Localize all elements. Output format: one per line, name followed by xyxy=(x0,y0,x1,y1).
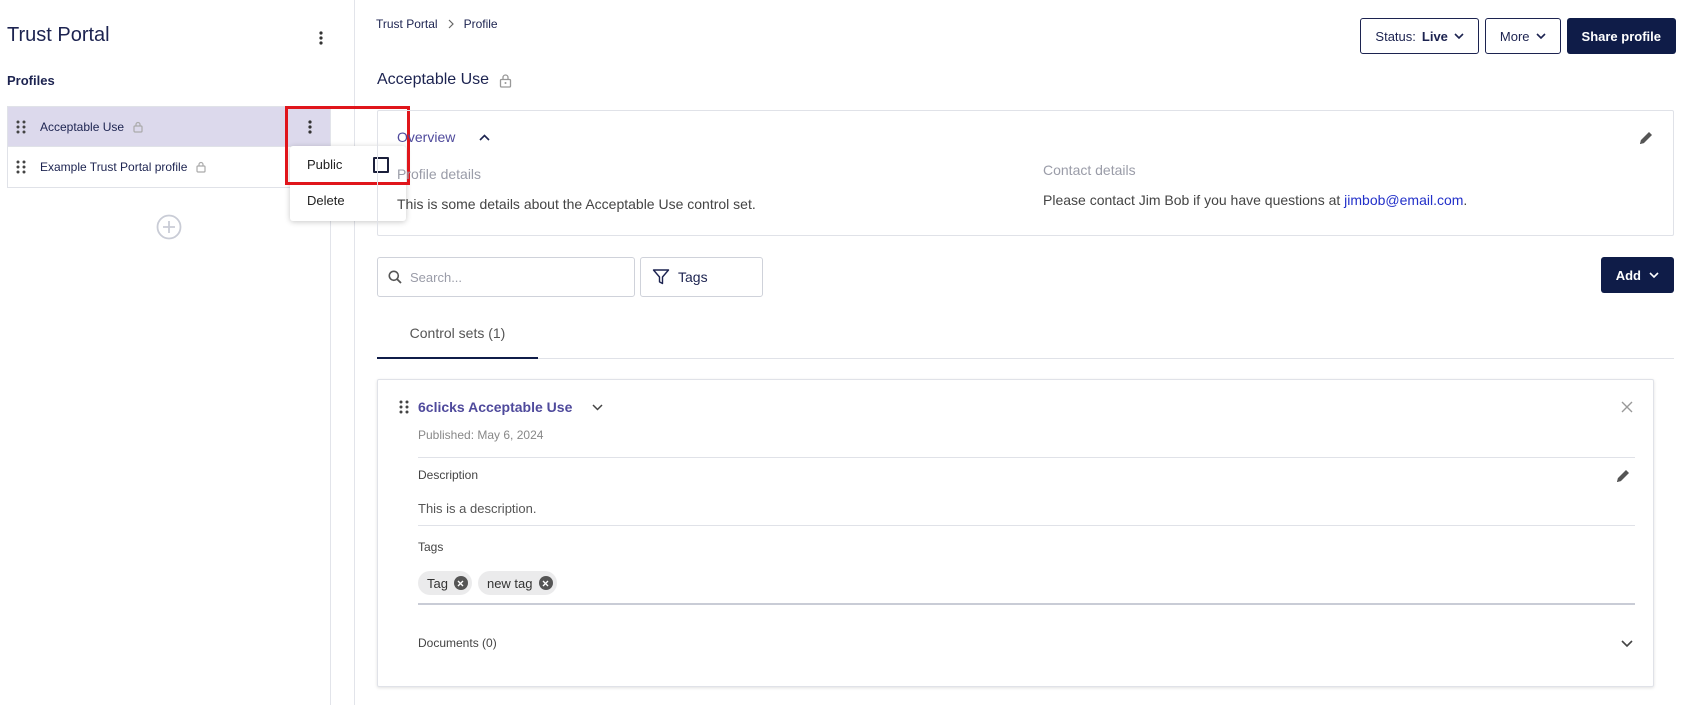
profile-details-label: Profile details xyxy=(397,166,482,182)
chevron-up-icon xyxy=(479,133,490,141)
lock-icon xyxy=(499,73,512,88)
add-profile-icon[interactable] xyxy=(156,214,182,240)
lock-icon xyxy=(196,161,207,173)
share-profile-button[interactable]: Share profile xyxy=(1566,18,1676,54)
contact-text-suffix: . xyxy=(1463,192,1468,208)
tags-filter-label: Tags xyxy=(678,269,708,285)
control-set-card: 6clicks Acceptable Use Published: May 6,… xyxy=(377,379,1654,687)
search-input[interactable] xyxy=(410,269,610,285)
drag-handle-icon[interactable] xyxy=(16,160,28,174)
menu-item-delete[interactable]: Delete xyxy=(307,193,345,208)
chevron-down-icon xyxy=(592,403,603,411)
tags-label: Tags xyxy=(418,540,444,554)
description-label: Description xyxy=(418,468,479,482)
more-label: More xyxy=(1499,28,1530,44)
profile-item-acceptable-use[interactable]: Acceptable Use xyxy=(7,106,331,147)
breadcrumb-profile: Profile xyxy=(463,17,498,31)
more-button[interactable]: More xyxy=(1484,18,1561,54)
contact-details-text: Please contact Jim Bob if you have quest… xyxy=(1043,192,1467,208)
drag-handle-icon[interactable] xyxy=(399,400,409,414)
edit-description-icon[interactable] xyxy=(1615,468,1631,484)
profile-item-example-trust-portal[interactable]: Example Trust Portal profile xyxy=(7,147,331,188)
tag-chip: new tag xyxy=(477,571,557,595)
contact-email-link[interactable]: jimbob@email.com xyxy=(1344,192,1463,208)
close-icon[interactable] xyxy=(1621,401,1633,413)
chevron-right-icon xyxy=(448,19,454,29)
lock-icon xyxy=(133,121,143,133)
page-title-text: Acceptable Use xyxy=(377,71,490,88)
control-set-title[interactable]: 6clicks Acceptable Use xyxy=(418,399,603,415)
search-box[interactable] xyxy=(377,257,635,297)
divider xyxy=(418,457,1635,458)
overview-panel: Overview Profile details This is some de… xyxy=(377,110,1674,236)
sidebar-more-icon[interactable] xyxy=(311,28,331,48)
contact-text-prefix: Please contact Jim Bob if you have quest… xyxy=(1043,192,1345,208)
search-icon xyxy=(388,270,402,284)
tags-filter-button[interactable]: Tags xyxy=(640,257,763,297)
page-title: Acceptable Use xyxy=(377,71,512,89)
overview-title: Overview xyxy=(397,129,456,145)
status-label: Status: xyxy=(1375,28,1416,44)
chevron-down-icon xyxy=(1535,33,1546,39)
tag-chip: Tag xyxy=(418,571,472,595)
chevron-down-icon[interactable] xyxy=(1621,640,1633,648)
tab-control-sets[interactable]: Control sets (1) xyxy=(377,318,538,359)
documents-section-toggle[interactable]: Documents (0) xyxy=(418,636,497,650)
profile-list: Acceptable Use Example Trust Portal prof… xyxy=(7,106,331,188)
drag-handle-icon[interactable] xyxy=(16,120,28,134)
status-button[interactable]: Status: Live xyxy=(1360,18,1479,54)
filter-icon xyxy=(652,268,670,286)
breadcrumb-trust-portal[interactable]: Trust Portal xyxy=(376,17,438,31)
overview-toggle[interactable]: Overview xyxy=(397,129,490,145)
top-actions: Status: Live More Share profile xyxy=(1360,18,1676,54)
control-set-title-text: 6clicks Acceptable Use xyxy=(418,399,573,415)
profile-item-label: Acceptable Use xyxy=(40,119,125,134)
breadcrumb: Trust Portal Profile xyxy=(376,17,498,31)
add-label: Add xyxy=(1615,267,1641,283)
remove-tag-icon[interactable] xyxy=(538,576,553,590)
profile-item-label: Example Trust Portal profile xyxy=(40,160,188,174)
add-button[interactable]: Add xyxy=(1600,257,1674,293)
description-text: This is a description. xyxy=(418,501,537,516)
edit-overview-icon[interactable] xyxy=(1638,130,1654,146)
remove-tag-icon[interactable] xyxy=(453,576,468,590)
chevron-down-icon xyxy=(1454,33,1464,39)
profiles-heading: Profiles xyxy=(7,73,55,88)
contact-details-label: Contact details xyxy=(1043,162,1136,178)
tab-bar: Control sets (1) xyxy=(377,318,1674,359)
tag-chip-label: Tag xyxy=(427,575,448,591)
published-date: Published: May 6, 2024 xyxy=(418,428,544,442)
sidebar-title: Trust Portal xyxy=(7,24,110,46)
divider xyxy=(418,525,1635,526)
profile-details-text: This is some details about the Acceptabl… xyxy=(397,196,756,212)
tag-chip-label: new tag xyxy=(486,575,533,591)
tag-chips: Tag new tag xyxy=(418,571,557,595)
status-value: Live xyxy=(1421,28,1448,44)
tags-input-underline xyxy=(418,603,1635,605)
chevron-down-icon xyxy=(1649,272,1659,278)
